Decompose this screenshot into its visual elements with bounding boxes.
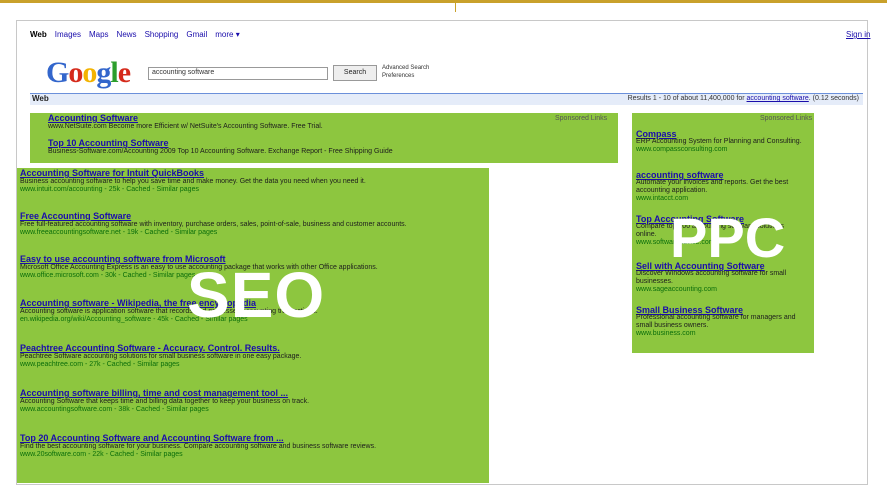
right-ad-url[interactable]: www.intacct.com [636, 195, 688, 202]
top-ad-1: Accounting Software www.NetSuite.com Bec… [48, 114, 548, 131]
right-ad-url[interactable]: www.sageaccounting.com [636, 286, 717, 293]
result-title[interactable]: Accounting software billing, time and co… [20, 389, 450, 398]
result-desc: Free full-featured accounting software w… [20, 221, 407, 228]
top-nav: Web Images Maps News Shopping Gmail more… [30, 30, 240, 39]
search-input[interactable]: accounting software [148, 67, 328, 80]
nav-more[interactable]: more ▾ [215, 30, 239, 39]
results-stats: Results 1 - 10 of about 11,400,000 for a… [628, 95, 859, 102]
google-logo[interactable]: Google [46, 56, 131, 90]
stats-prefix: Results 1 - 10 of about 11,400,000 for [627, 95, 747, 102]
result-url[interactable]: www.office.microsoft.com - 30k - Cached … [20, 272, 195, 279]
right-ad-desc: Professional accounting software for man… [636, 314, 796, 329]
results-bar-label: Web [32, 94, 49, 103]
result-item: Top 20 Accounting Software and Accountin… [20, 434, 450, 459]
result-desc: Find the best accounting software for yo… [20, 443, 377, 450]
search-options: Advanced Search Preferences [382, 64, 429, 80]
ppc-label: PPC [670, 206, 786, 269]
result-desc: Business accounting software to help you… [20, 178, 366, 185]
right-ad-title[interactable]: Compass [636, 130, 806, 139]
top-ad-title[interactable]: Accounting Software [48, 114, 548, 123]
right-ad-title[interactable]: accounting software [636, 171, 806, 180]
result-title[interactable]: Peachtree Accounting Software - Accuracy… [20, 344, 450, 353]
sponsored-label-top: Sponsored Links [555, 115, 608, 122]
right-ad-title[interactable]: Small Business Software [636, 306, 806, 315]
result-title[interactable]: Top 20 Accounting Software and Accountin… [20, 434, 450, 443]
logo-letter: o [82, 56, 97, 89]
nav-images[interactable]: Images [55, 30, 81, 39]
sponsored-label-right: Sponsored Links [760, 115, 813, 122]
result-url[interactable]: www.accountingsoftware.com - 38k - Cache… [20, 406, 209, 413]
result-item: Peachtree Accounting Software - Accuracy… [20, 344, 450, 369]
stats-suffix: . (0.12 seconds) [808, 95, 859, 102]
logo-letter: o [68, 56, 83, 89]
stats-query-link[interactable]: accounting software [747, 95, 809, 102]
result-desc: Accounting Software that keeps time and … [20, 398, 310, 405]
result-desc: Peachtree Software accounting solutions … [20, 353, 302, 360]
nav-shopping[interactable]: Shopping [145, 30, 179, 39]
result-title[interactable]: Accounting Software for Intuit QuickBook… [20, 169, 450, 178]
result-title[interactable]: Free Accounting Software [20, 212, 450, 221]
logo-letter: e [117, 56, 131, 89]
right-ad: Small Business Software Professional acc… [636, 306, 806, 338]
nav-news[interactable]: News [117, 30, 137, 39]
right-ad-url[interactable]: www.compassconsulting.com [636, 146, 727, 153]
results-bar: Web Results 1 - 10 of about 11,400,000 f… [30, 93, 863, 105]
right-ad: Compass ERP Accounting System for Planni… [636, 130, 806, 154]
frame-divider [455, 0, 456, 12]
logo-letter: G [46, 56, 69, 89]
logo-letter: l [110, 56, 118, 89]
right-ad: accounting software Automate your invoic… [636, 171, 806, 203]
result-url[interactable]: www.freeaccountingsoftware.net - 19k - C… [20, 229, 217, 236]
top-ad-desc: www.NetSuite.com Become more Efficient w… [48, 123, 323, 130]
search-button[interactable]: Search [333, 65, 377, 81]
nav-maps[interactable]: Maps [89, 30, 109, 39]
result-url[interactable]: www.peachtree.com - 27k - Cached - Simil… [20, 361, 180, 368]
logo-letter: g [96, 56, 111, 89]
result-item: Accounting Software for Intuit QuickBook… [20, 169, 450, 194]
seo-label: SEO [187, 259, 326, 331]
result-url[interactable]: www.20software.com - 22k - Cached - Simi… [20, 451, 183, 458]
preferences-link[interactable]: Preferences [382, 72, 429, 80]
advanced-search-link[interactable]: Advanced Search [382, 64, 429, 72]
top-ad-title[interactable]: Top 10 Accounting Software [48, 139, 608, 148]
result-item: Accounting software billing, time and co… [20, 389, 450, 414]
top-ad-2: Top 10 Accounting Software Business-Soft… [48, 139, 608, 156]
nav-web[interactable]: Web [30, 30, 47, 39]
right-ad-url[interactable]: www.business.com [636, 330, 696, 337]
nav-gmail[interactable]: Gmail [186, 30, 207, 39]
right-ad-desc: Automate your invoices and reports. Get … [636, 179, 789, 194]
sign-in-link[interactable]: Sign in [846, 30, 870, 39]
top-ad-desc: Business-Software.com/Accounting 2009 To… [48, 148, 393, 155]
result-url[interactable]: www.intuit.com/accounting - 25k - Cached… [20, 186, 199, 193]
right-ad-desc: ERP Accounting System for Planning and C… [636, 138, 802, 145]
result-item: Free Accounting Software Free full-featu… [20, 212, 450, 237]
right-ad-desc: Discover Windows accounting software for… [636, 270, 787, 285]
